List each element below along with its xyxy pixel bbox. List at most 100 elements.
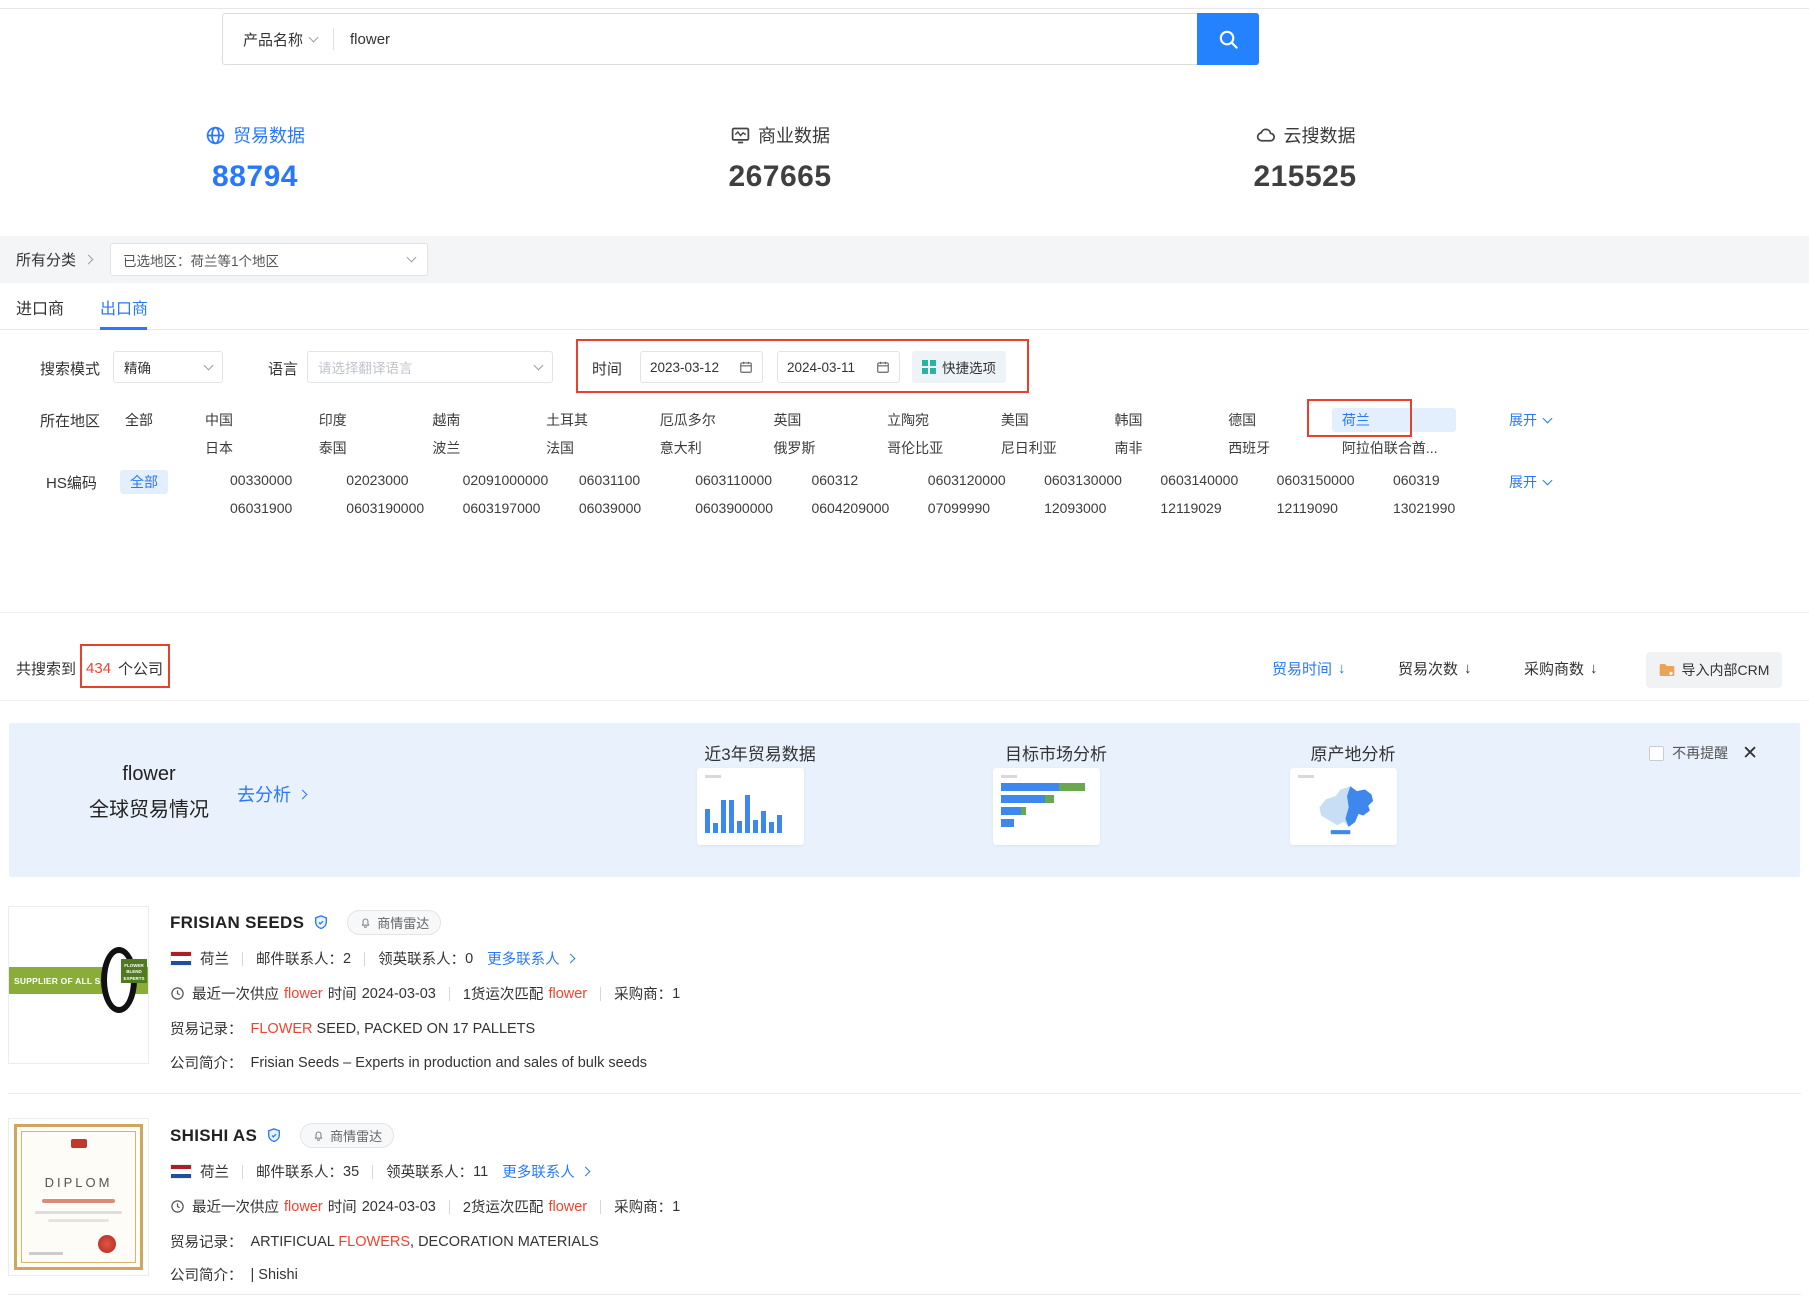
verified-shield-icon[interactable] — [266, 1127, 282, 1144]
tab-exporter[interactable]: 出口商 — [100, 295, 148, 319]
hs-code-chip[interactable]: 060312 — [811, 472, 927, 488]
hs-code-filter-label: HS编码 — [46, 472, 97, 493]
company-logo[interactable]: SUPPLIER OF ALL SEEDS FLOWER BLEND EXPER… — [8, 906, 149, 1064]
region-chip[interactable]: 韩国 — [1115, 410, 1229, 432]
company-logo[interactable]: DIPLOM — [8, 1118, 149, 1276]
region-chip[interactable]: 立陶宛 — [887, 410, 1001, 432]
region-filter-label: 所在地区 — [40, 410, 100, 431]
hs-code-chip[interactable]: 0603197000 — [463, 500, 579, 516]
quick-options-button[interactable]: 快捷选项 — [912, 351, 1006, 383]
hs-code-chip[interactable]: 06039000 — [579, 500, 695, 516]
selected-region-dropdown[interactable]: 已选地区：荷兰等1个地区 — [110, 243, 428, 276]
region-chip[interactable]: 日本 — [205, 438, 319, 458]
region-chip[interactable]: 印度 — [319, 410, 433, 432]
region-chip[interactable]: 越南 — [432, 410, 546, 432]
stat-business-data[interactable]: 商业数据 267665 — [660, 122, 900, 194]
search-input[interactable] — [334, 14, 1258, 64]
language-select[interactable]: 请选择翻译语言 — [307, 351, 553, 383]
hs-code-chip[interactable]: 07099990 — [928, 500, 1044, 516]
region-chip[interactable]: 英国 — [773, 410, 887, 432]
folder-icon — [1659, 663, 1675, 677]
sort-trade-time[interactable]: 贸易时间 ↓ — [1272, 658, 1346, 679]
stat-cloud-search-data[interactable]: 云搜数据 215525 — [1185, 122, 1425, 194]
hs-code-chip[interactable]: 13021990 — [1393, 500, 1509, 516]
trade-data-chart-thumbnail[interactable] — [697, 768, 804, 845]
region-chip[interactable]: 俄罗斯 — [773, 438, 887, 458]
expand-label: 展开 — [1509, 472, 1537, 492]
hs-code-chip[interactable]: 02091000000 — [463, 472, 579, 488]
hs-code-chip[interactable]: 06031900 — [230, 500, 346, 516]
region-chip[interactable]: 中国 — [205, 410, 319, 432]
region-all-chip[interactable]: 全部 — [125, 410, 153, 430]
more-contacts-label: 更多联系人 — [487, 948, 560, 969]
company-trade-record-row: 贸易记录： ARTIFICUAL FLOWERS , DECORATION MA… — [170, 1231, 599, 1252]
hs-code-chip[interactable]: 0604209000 — [811, 500, 927, 516]
search-button[interactable] — [1197, 13, 1259, 65]
date-from-value: 2023-03-12 — [650, 360, 719, 375]
region-chip[interactable]: 阿拉伯联合酋... — [1342, 438, 1456, 458]
go-analyze-link[interactable]: 去分析 — [237, 781, 306, 807]
hs-all-chip[interactable]: 全部 — [120, 470, 168, 494]
linkedin-contacts-label: 领英联系人： — [378, 948, 465, 969]
hs-code-chip[interactable]: 12093000 — [1044, 500, 1160, 516]
search-icon — [1217, 28, 1240, 51]
target-market-chart-thumbnail[interactable] — [993, 768, 1100, 845]
hs-code-chip[interactable]: 0603110000 — [695, 472, 811, 488]
verified-shield-icon[interactable] — [313, 914, 329, 931]
sort-trade-count[interactable]: 贸易次数 ↓ — [1398, 658, 1472, 679]
hs-code-chip[interactable]: 0603190000 — [346, 500, 462, 516]
more-contacts-link[interactable]: 更多联系人 — [502, 1161, 589, 1182]
hs-code-chip[interactable]: 0603140000 — [1160, 472, 1276, 488]
region-chip[interactable]: 土耳其 — [546, 410, 660, 432]
company-name[interactable]: SHISHI AS — [170, 1126, 257, 1146]
hs-expand-link[interactable]: 展开 — [1509, 472, 1551, 492]
hs-code-chip[interactable]: 12119090 — [1277, 500, 1393, 516]
region-chip[interactable]: 南非 — [1115, 438, 1229, 458]
region-chip[interactable]: 尼日利亚 — [1001, 438, 1115, 458]
region-chip[interactable]: 泰国 — [319, 438, 433, 458]
search-mode-select[interactable]: 精确 — [113, 351, 223, 383]
region-chip[interactable]: 西班牙 — [1228, 438, 1342, 458]
sort-label: 贸易次数 — [1398, 658, 1458, 679]
dismiss-checkbox[interactable] — [1649, 746, 1664, 761]
linkedin-contacts-count: 11 — [473, 1164, 488, 1180]
date-to-input[interactable]: 2024-03-11 — [777, 351, 900, 383]
stat-label: 贸易数据 — [233, 122, 305, 148]
region-expand-link[interactable]: 展开 — [1509, 410, 1551, 430]
import-crm-button[interactable]: 导入内部CRM — [1646, 652, 1782, 688]
shipment-match-text: 1货运次匹配 — [463, 983, 544, 1004]
hs-code-chip[interactable]: 12119029 — [1160, 500, 1276, 516]
region-chip[interactable]: 波兰 — [432, 438, 546, 458]
region-chip[interactable]: 厄瓜多尔 — [660, 410, 774, 432]
hs-code-chip[interactable]: 02023000 — [346, 472, 462, 488]
hs-code-chip[interactable]: 0603900000 — [695, 500, 811, 516]
region-chip[interactable]: 哥伦比亚 — [887, 438, 1001, 458]
company-profile-row: 公司简介： Frisian Seeds – Experts in product… — [170, 1052, 647, 1073]
shipment-match-text: 2货运次匹配 — [463, 1196, 544, 1217]
business-radar-badge[interactable]: 商情雷达 — [347, 910, 441, 935]
hs-code-chip[interactable]: 060319 — [1393, 472, 1509, 488]
business-radar-badge[interactable]: 商情雷达 — [300, 1123, 394, 1148]
globe-icon — [205, 125, 226, 146]
search-category-dropdown[interactable]: 产品名称 — [223, 29, 333, 50]
hs-code-chip[interactable]: 0603130000 — [1044, 472, 1160, 488]
sort-buyer-count[interactable]: 采购商数 ↓ — [1524, 658, 1598, 679]
tab-importer[interactable]: 进口商 — [16, 295, 64, 319]
region-chip[interactable]: 意大利 — [660, 438, 774, 458]
all-categories-label: 所有分类 — [16, 249, 76, 270]
hs-code-chip[interactable]: 00330000 — [230, 472, 346, 488]
hs-code-chip[interactable]: 0603150000 — [1277, 472, 1393, 488]
region-chip[interactable]: 法国 — [546, 438, 660, 458]
origin-map-thumbnail[interactable] — [1290, 768, 1397, 845]
stat-trade-data[interactable]: 贸易数据 88794 — [135, 122, 375, 194]
close-icon[interactable]: ✕ — [1742, 744, 1758, 763]
hs-code-chip[interactable]: 06031100 — [579, 472, 695, 488]
company-name[interactable]: FRISIAN SEEDS — [170, 913, 304, 933]
breadcrumb[interactable]: 所有分类 — [16, 249, 92, 270]
thumbnail-label-bar — [1298, 775, 1314, 778]
more-contacts-link[interactable]: 更多联系人 — [487, 948, 574, 969]
hs-code-chip[interactable]: 0603120000 — [928, 472, 1044, 488]
date-from-input[interactable]: 2023-03-12 — [640, 351, 763, 383]
region-chip[interactable]: 美国 — [1001, 410, 1115, 432]
search-mode-label: 搜索模式 — [40, 358, 100, 379]
